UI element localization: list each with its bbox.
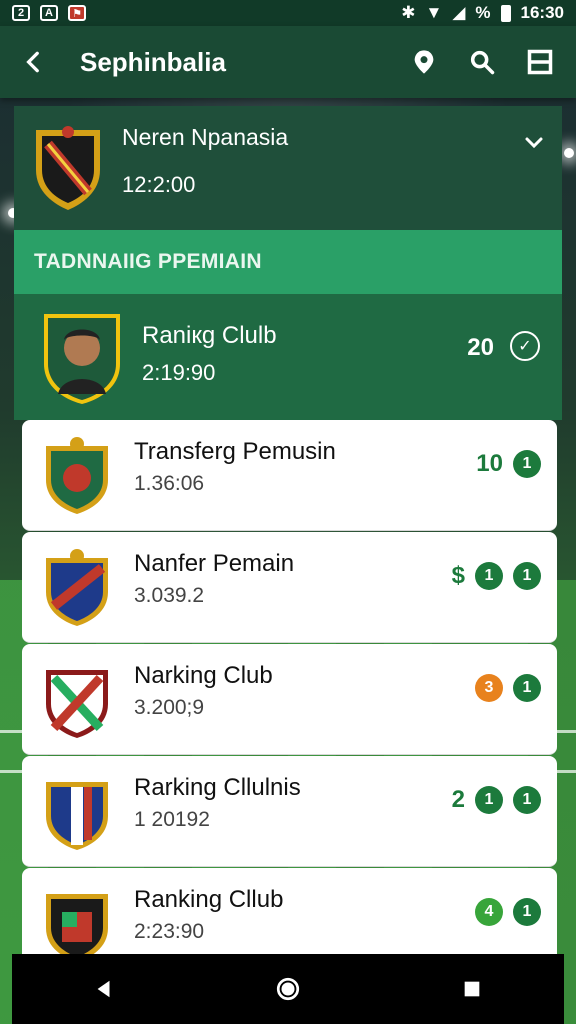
- item-sub: 2:23:90: [134, 920, 205, 943]
- item-badge[interactable]: 1: [513, 450, 541, 478]
- featured-score: 20: [467, 334, 494, 361]
- search-icon: [470, 50, 495, 75]
- item-name: Narking Club: [134, 662, 273, 689]
- item-value-badge: 4: [475, 898, 503, 926]
- item-stats: 10 1: [476, 450, 541, 478]
- featured-time: 2:19:90: [142, 360, 216, 385]
- app-title: Sephinbalia: [80, 46, 226, 77]
- wifi-icon: ▼: [425, 3, 443, 22]
- status-bar: 2 A ⚑ ✱ ▼ ◢ % 16:30: [0, 0, 576, 26]
- triangle-back-icon: [97, 980, 110, 998]
- item-sub: 1 20192: [134, 808, 210, 831]
- match-name: Neren Npanasia: [122, 124, 289, 150]
- featured-name: Raniкg Clulb: [142, 322, 277, 349]
- list-item[interactable]: Rarking Cllulnis 1 20192 2 1 1: [22, 756, 557, 867]
- battery-icon: [500, 4, 511, 22]
- item-sub: 1.36:06: [134, 472, 205, 495]
- item-value: $: [451, 562, 465, 589]
- club-crest-icon: [46, 894, 108, 962]
- club-crest-icon: [36, 126, 100, 210]
- signal-icon: ◢: [452, 3, 466, 22]
- app-notification-icon: A: [40, 5, 58, 21]
- chevron-down-icon[interactable]: [522, 130, 546, 154]
- item-badge-secondary: 1: [475, 562, 503, 590]
- item-stats: 3 1: [475, 674, 541, 702]
- item-sub: 3.200;9: [134, 696, 205, 719]
- battery-percent: %: [475, 3, 491, 22]
- list-item[interactable]: Narking Club 3.200;9 3 1: [22, 644, 557, 755]
- item-value: 10: [476, 450, 503, 477]
- menu-button[interactable]: [524, 46, 556, 78]
- club-crest-icon: [46, 782, 108, 850]
- match-time: 12:2:00: [122, 172, 196, 197]
- nav-home-button[interactable]: [264, 965, 312, 1013]
- status-time: 16:30: [520, 3, 564, 22]
- location-pin-icon: [414, 50, 434, 74]
- player-avatar: [44, 314, 120, 404]
- club-crest-icon: [46, 549, 108, 626]
- nav-recents-button[interactable]: [448, 965, 496, 1013]
- match-header[interactable]: Neren Npanasia 12:2:00: [14, 106, 562, 230]
- club-crest-icon: [46, 670, 108, 738]
- item-value: 2: [451, 786, 465, 813]
- status-right-icons: ✱ ▼ ◢ % 16:30: [401, 3, 564, 23]
- item-stats: 2 1 1: [452, 786, 541, 814]
- section-title: TADNNAIIG PPEMIAIN: [34, 250, 262, 273]
- club-crest-icon: [46, 437, 108, 514]
- floodlight: [564, 148, 574, 158]
- section-header: TADNNAIIG PPEMIAIN: [14, 230, 562, 294]
- item-badge[interactable]: 1: [513, 674, 541, 702]
- square-recents-icon: [464, 981, 480, 997]
- item-badge[interactable]: 1: [513, 786, 541, 814]
- club-list: Transferg Pemusin 1.36:06 10 1 Nanfer Pe…: [22, 420, 557, 980]
- item-stats: 4 1: [475, 898, 541, 926]
- item-badge-secondary: 1: [475, 786, 503, 814]
- item-badge[interactable]: 1: [513, 562, 541, 590]
- system-nav-bar: [12, 954, 564, 1024]
- location-button[interactable]: [408, 46, 440, 78]
- item-name: Transferg Pemusin: [134, 438, 336, 465]
- featured-player-row[interactable]: Raniкg Clulb 2:19:90 20 ✓: [14, 294, 562, 420]
- app-bar-actions: [408, 46, 556, 78]
- notification-icon: 2: [12, 5, 30, 21]
- item-sub: 3.039.2: [134, 584, 205, 607]
- app-bar: Sephinbalia: [0, 26, 576, 98]
- circle-home-icon: [276, 977, 300, 1001]
- search-button[interactable]: [466, 46, 498, 78]
- item-name: Ranking Cllub: [134, 886, 284, 913]
- back-arrow-icon: [26, 51, 39, 73]
- item-value-badge: 3: [475, 674, 503, 702]
- list-item[interactable]: Nanfer Pemain 3.039.2 $ 1 1: [22, 532, 557, 643]
- check-icon[interactable]: ✓: [510, 331, 540, 361]
- item-name: Rarking Cllulnis: [134, 774, 301, 801]
- item-stats: $ 1 1: [452, 562, 541, 590]
- status-left-icons: 2 A ⚑: [12, 5, 86, 21]
- sports-app-icon: ⚑: [68, 5, 86, 21]
- back-button[interactable]: [14, 42, 54, 82]
- item-badge[interactable]: 1: [513, 898, 541, 926]
- nav-back-button[interactable]: [80, 965, 128, 1013]
- item-name: Nanfer Pemain: [134, 550, 295, 577]
- layout-icon: [527, 49, 553, 75]
- list-item[interactable]: Transferg Pemusin 1.36:06 10 1: [22, 420, 557, 531]
- bluetooth-icon: ✱: [401, 3, 416, 22]
